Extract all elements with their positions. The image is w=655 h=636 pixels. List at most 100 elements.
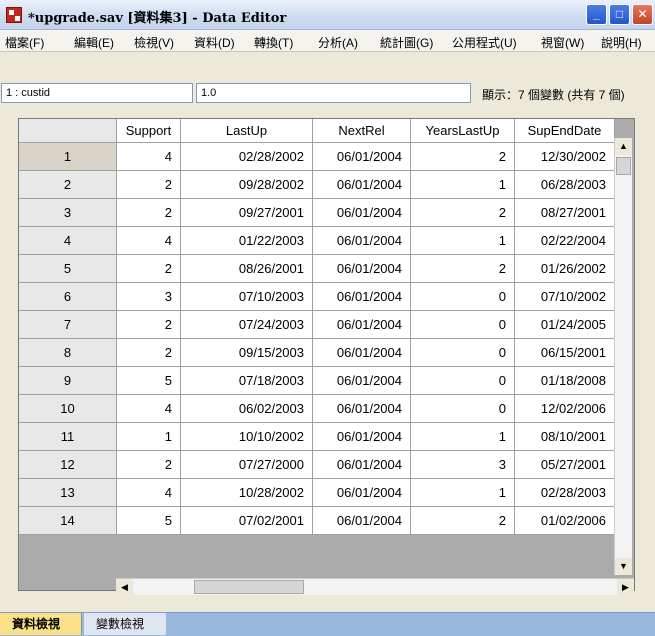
cell-nextrel[interactable]: 06/01/2004 bbox=[313, 367, 411, 395]
cell-nextrel[interactable]: 06/01/2004 bbox=[313, 255, 411, 283]
row-header[interactable]: 12 bbox=[19, 451, 117, 479]
scroll-down-icon[interactable]: ▼ bbox=[615, 558, 632, 575]
column-header-lastup[interactable]: LastUp bbox=[181, 119, 313, 143]
column-header-supenddate[interactable]: SupEndDate bbox=[515, 119, 615, 143]
menu-transform[interactable]: 轉換(T) bbox=[254, 34, 293, 51]
cell-supenddate[interactable]: 01/18/2008 bbox=[515, 367, 615, 395]
cell-supenddate[interactable]: 01/24/2005 bbox=[515, 311, 615, 339]
cell-support[interactable]: 2 bbox=[117, 339, 181, 367]
cell-lastup[interactable]: 10/28/2002 bbox=[181, 479, 313, 507]
cell-nextrel[interactable]: 06/01/2004 bbox=[313, 507, 411, 535]
cell-supenddate[interactable]: 01/02/2006 bbox=[515, 507, 615, 535]
horizontal-scroll-thumb[interactable] bbox=[194, 580, 304, 594]
cell-yearslastup[interactable]: 2 bbox=[411, 199, 515, 227]
tab-data-view[interactable]: 資料檢視 bbox=[0, 613, 82, 635]
cell-yearslastup[interactable]: 1 bbox=[411, 171, 515, 199]
tab-variable-view[interactable]: 變數檢視 bbox=[84, 613, 166, 635]
cell-yearslastup[interactable]: 2 bbox=[411, 143, 515, 171]
row-header[interactable]: 10 bbox=[19, 395, 117, 423]
row-header[interactable]: 9 bbox=[19, 367, 117, 395]
column-header-support[interactable]: Support bbox=[117, 119, 181, 143]
scroll-up-icon[interactable]: ▲ bbox=[615, 138, 632, 155]
cell-nextrel[interactable]: 06/01/2004 bbox=[313, 339, 411, 367]
column-header-yearslastup[interactable]: YearsLastUp bbox=[411, 119, 515, 143]
maximize-button[interactable]: □ bbox=[609, 4, 630, 25]
menu-graphs[interactable]: 統計圖(G) bbox=[380, 34, 433, 51]
row-header[interactable]: 2 bbox=[19, 171, 117, 199]
cell-nextrel[interactable]: 06/01/2004 bbox=[313, 451, 411, 479]
cell-supenddate[interactable]: 07/10/2002 bbox=[515, 283, 615, 311]
menu-utilities[interactable]: 公用程式(U) bbox=[452, 34, 517, 51]
cell-support[interactable]: 5 bbox=[117, 507, 181, 535]
cell-yearslastup[interactable]: 0 bbox=[411, 395, 515, 423]
row-header[interactable]: 13 bbox=[19, 479, 117, 507]
cell-yearslastup[interactable]: 2 bbox=[411, 507, 515, 535]
cell-support[interactable]: 2 bbox=[117, 171, 181, 199]
cell-support[interactable]: 2 bbox=[117, 451, 181, 479]
cell-supenddate[interactable]: 02/22/2004 bbox=[515, 227, 615, 255]
cell-nextrel[interactable]: 06/01/2004 bbox=[313, 395, 411, 423]
menu-file[interactable]: 檔案(F) bbox=[5, 34, 44, 51]
cell-nextrel[interactable]: 06/01/2004 bbox=[313, 311, 411, 339]
cell-support[interactable]: 2 bbox=[117, 255, 181, 283]
menu-window[interactable]: 視窗(W) bbox=[541, 34, 584, 51]
row-header[interactable]: 14 bbox=[19, 507, 117, 535]
row-header[interactable]: 11 bbox=[19, 423, 117, 451]
row-header[interactable]: 5 bbox=[19, 255, 117, 283]
cell-support[interactable]: 4 bbox=[117, 395, 181, 423]
cell-supenddate[interactable]: 12/02/2006 bbox=[515, 395, 615, 423]
cell-nextrel[interactable]: 06/01/2004 bbox=[313, 227, 411, 255]
vertical-scroll-thumb[interactable] bbox=[616, 157, 631, 175]
close-button[interactable]: ✕ bbox=[632, 4, 653, 25]
cell-yearslastup[interactable]: 1 bbox=[411, 423, 515, 451]
cell-supenddate[interactable]: 05/27/2001 bbox=[515, 451, 615, 479]
cell-supenddate[interactable]: 01/26/2002 bbox=[515, 255, 615, 283]
cell-lastup[interactable]: 08/26/2001 bbox=[181, 255, 313, 283]
cell-yearslastup[interactable]: 0 bbox=[411, 339, 515, 367]
menu-help[interactable]: 說明(H) bbox=[601, 34, 642, 51]
cell-lastup[interactable]: 06/02/2003 bbox=[181, 395, 313, 423]
cell-supenddate[interactable]: 08/27/2001 bbox=[515, 199, 615, 227]
minimize-button[interactable]: _ bbox=[586, 4, 607, 25]
horizontal-scrollbar[interactable]: ◀ ▶ bbox=[116, 578, 634, 595]
cell-supenddate[interactable]: 06/15/2001 bbox=[515, 339, 615, 367]
cell-lastup[interactable]: 07/24/2003 bbox=[181, 311, 313, 339]
menu-edit[interactable]: 編輯(E) bbox=[74, 34, 114, 51]
cell-supenddate[interactable]: 02/28/2003 bbox=[515, 479, 615, 507]
menu-view[interactable]: 檢視(V) bbox=[134, 34, 174, 51]
row-header[interactable]: 8 bbox=[19, 339, 117, 367]
cell-lastup[interactable]: 07/27/2000 bbox=[181, 451, 313, 479]
cell-lastup[interactable]: 09/28/2002 bbox=[181, 171, 313, 199]
cell-support[interactable]: 2 bbox=[117, 199, 181, 227]
cell-support[interactable]: 2 bbox=[117, 311, 181, 339]
cell-lastup[interactable]: 02/28/2002 bbox=[181, 143, 313, 171]
cell-support[interactable]: 4 bbox=[117, 227, 181, 255]
cell-yearslastup[interactable]: 3 bbox=[411, 451, 515, 479]
cell-lastup[interactable]: 07/02/2001 bbox=[181, 507, 313, 535]
menu-analyze[interactable]: 分析(A) bbox=[318, 34, 358, 51]
column-header-nextrel[interactable]: NextRel bbox=[313, 119, 411, 143]
cell-nextrel[interactable]: 06/01/2004 bbox=[313, 283, 411, 311]
cell-nextrel[interactable]: 06/01/2004 bbox=[313, 423, 411, 451]
cell-support[interactable]: 1 bbox=[117, 423, 181, 451]
row-header[interactable]: 4 bbox=[19, 227, 117, 255]
cell-lastup[interactable]: 07/18/2003 bbox=[181, 367, 313, 395]
vertical-scrollbar[interactable]: ▲ ▼ bbox=[614, 138, 632, 575]
cell-yearslastup[interactable]: 0 bbox=[411, 311, 515, 339]
cell-yearslastup[interactable]: 0 bbox=[411, 283, 515, 311]
cell-yearslastup[interactable]: 2 bbox=[411, 255, 515, 283]
cell-nextrel[interactable]: 06/01/2004 bbox=[313, 479, 411, 507]
row-header[interactable]: 1 bbox=[19, 143, 117, 171]
row-header[interactable]: 6 bbox=[19, 283, 117, 311]
cell-support[interactable]: 3 bbox=[117, 283, 181, 311]
cell-nextrel[interactable]: 06/01/2004 bbox=[313, 143, 411, 171]
cell-yearslastup[interactable]: 1 bbox=[411, 479, 515, 507]
cell-nextrel[interactable]: 06/01/2004 bbox=[313, 199, 411, 227]
cell-yearslastup[interactable]: 0 bbox=[411, 367, 515, 395]
title-bar[interactable]: *upgrade.sav [資料集3] - Data Editor _ □ ✕ bbox=[0, 0, 655, 30]
cell-lastup[interactable]: 07/10/2003 bbox=[181, 283, 313, 311]
cell-lastup[interactable]: 09/15/2003 bbox=[181, 339, 313, 367]
cell-support[interactable]: 5 bbox=[117, 367, 181, 395]
cell-lastup[interactable]: 09/27/2001 bbox=[181, 199, 313, 227]
cell-supenddate[interactable]: 08/10/2001 bbox=[515, 423, 615, 451]
